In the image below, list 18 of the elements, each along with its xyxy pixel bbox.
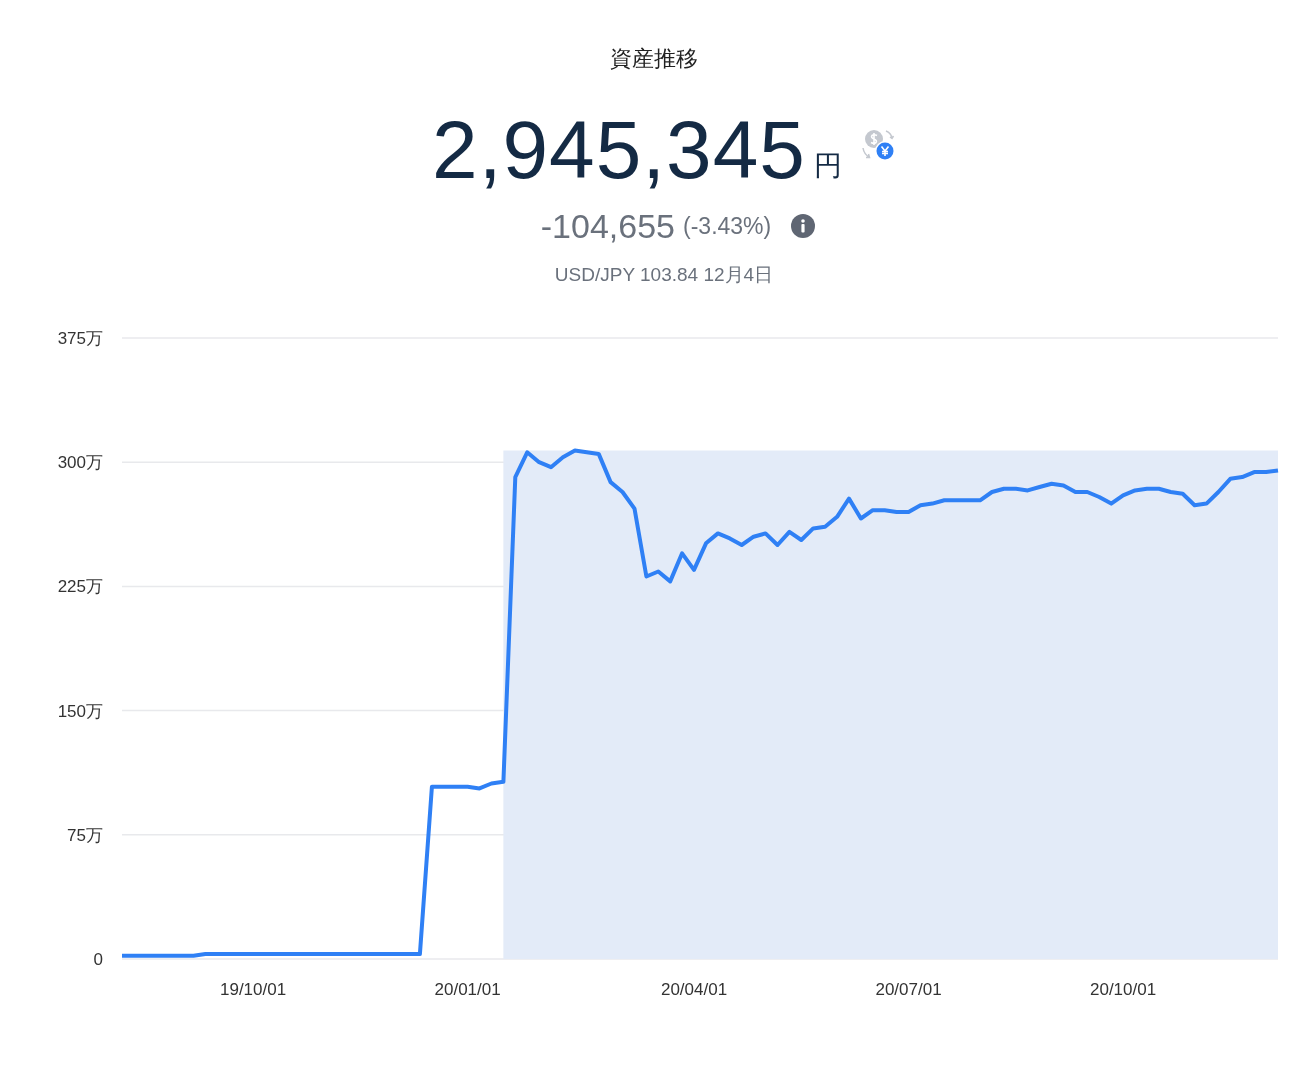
exchange-rate: USD/JPY 103.84 12月4日 — [553, 263, 775, 287]
x-axis-label: 20/07/01 — [875, 980, 942, 999]
x-axis-label: 20/04/01 — [660, 980, 728, 999]
currency-unit: 円 — [813, 149, 842, 183]
y-axis-label: 225万 — [57, 577, 103, 597]
y-axis-label: 375万 — [57, 329, 103, 348]
x-axis-label: 20/01/01 — [434, 980, 501, 999]
page-title: 資産推移 — [609, 45, 699, 73]
y-axis-label: 150万 — [57, 701, 103, 721]
info-icon[interactable] — [791, 214, 816, 238]
y-axis-label: 0 — [93, 950, 103, 969]
change-amount: -104,655 — [540, 206, 675, 246]
y-axis-label: 75万 — [67, 825, 103, 845]
total-amount: 2,945,345 — [432, 104, 806, 196]
x-axis-label: 19/10/01 — [220, 980, 287, 999]
x-axis-label: 20/10/01 — [1090, 980, 1157, 999]
y-axis-label: 300万 — [57, 453, 103, 473]
change-percent: (-3.43%) — [683, 212, 772, 240]
